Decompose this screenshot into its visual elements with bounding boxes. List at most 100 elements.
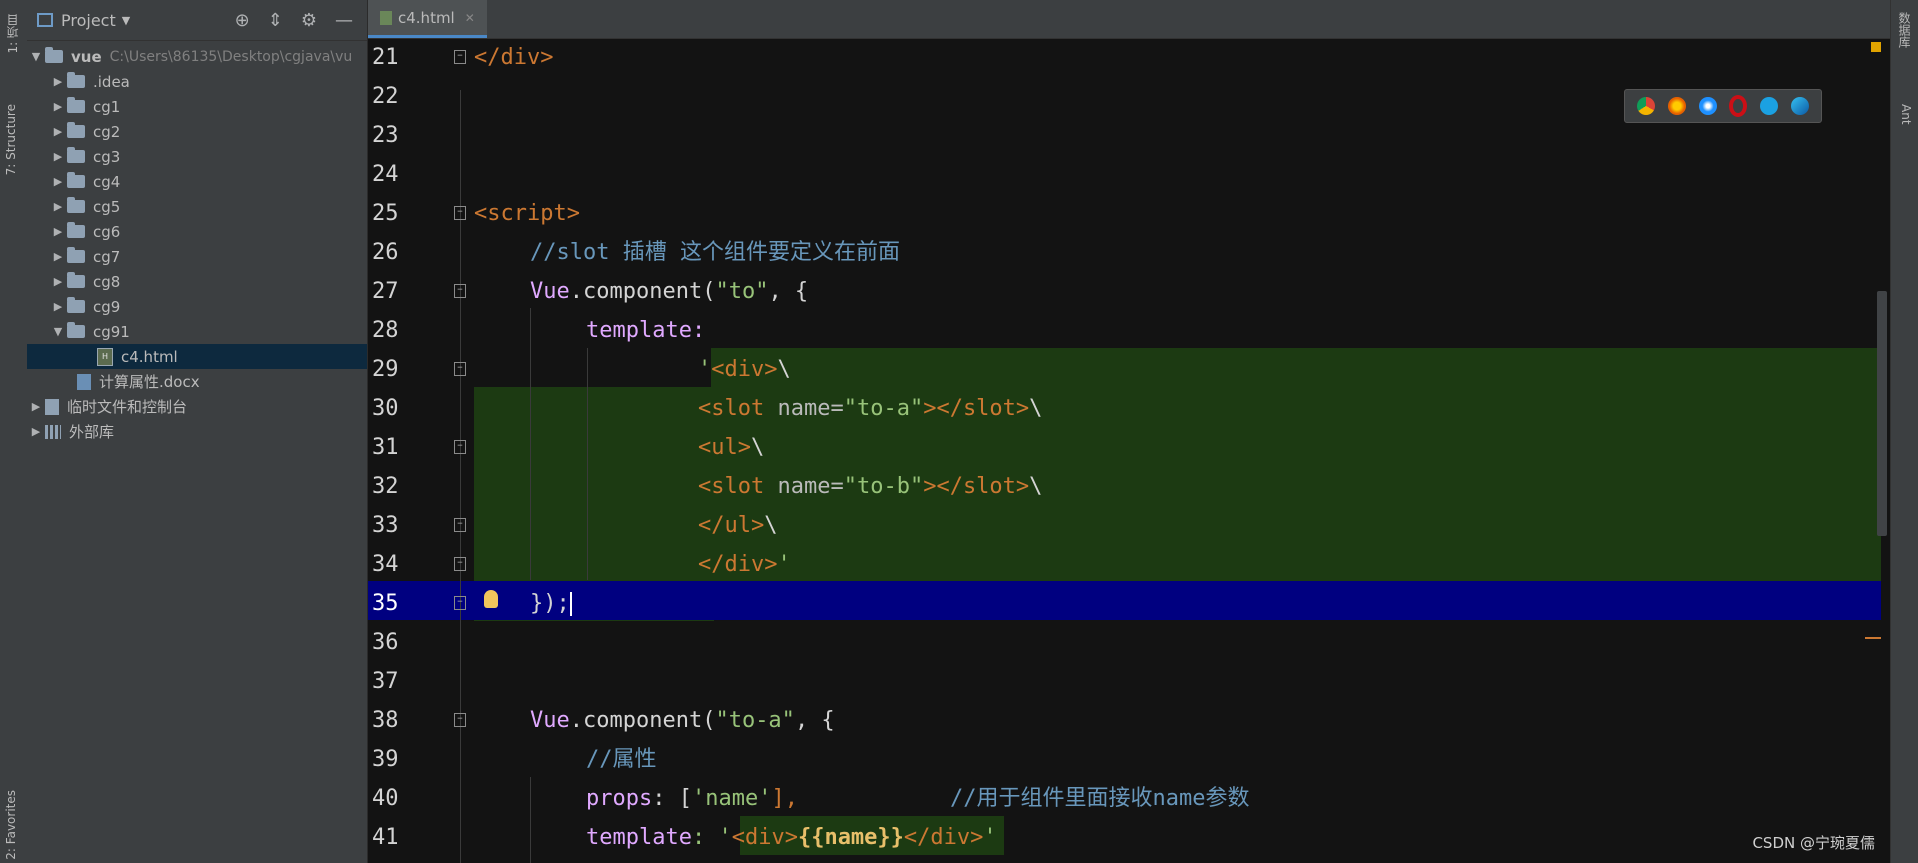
tree-item-cg3[interactable]: ▶ cg3: [27, 144, 367, 169]
collapsed-arrow-icon[interactable]: ▶: [49, 175, 67, 188]
collapsed-arrow-icon[interactable]: ▶: [49, 275, 67, 288]
fold-marker-icon[interactable]: −: [454, 440, 466, 454]
fold-marker-icon[interactable]: −: [454, 50, 466, 64]
code-comment: //slot 插槽 这个组件要定义在前面: [530, 240, 900, 265]
tab-database[interactable]: 数据库: [1896, 12, 1913, 48]
target-icon[interactable]: ⊕: [235, 10, 250, 31]
chevron-down-icon[interactable]: ▼: [122, 14, 130, 27]
code-line: 28 template:: [368, 311, 1891, 350]
tree-item-label: cg2: [93, 122, 121, 141]
tree-item-idea[interactable]: ▶ .idea: [27, 69, 367, 94]
code-string: "to": [715, 279, 769, 304]
code-tag: </div>: [903, 825, 984, 850]
minimize-icon[interactable]: —: [335, 10, 353, 31]
fold-marker-icon[interactable]: −: [454, 284, 466, 298]
collapsed-arrow-icon[interactable]: ▶: [49, 125, 67, 138]
error-stripe-marker[interactable]: [1865, 637, 1881, 639]
tree-item-docx[interactable]: 计算属性.docx: [27, 369, 367, 394]
gear-icon[interactable]: ⚙: [301, 10, 317, 31]
watermark: CSDN @宁琬夏儒: [1752, 834, 1875, 852]
fold-marker-icon[interactable]: −: [454, 557, 466, 571]
collapsed-arrow-icon[interactable]: ▶: [27, 425, 45, 438]
chrome-icon[interactable]: [1637, 97, 1656, 115]
folder-icon: [67, 147, 85, 163]
close-icon[interactable]: ✕: [465, 11, 475, 25]
code-line: 40 props: ['name'], //用于组件里面接收name参数: [368, 779, 1891, 818]
collapsed-arrow-icon[interactable]: ▶: [49, 75, 67, 88]
collapse-icon[interactable]: ⇕: [268, 10, 283, 31]
tree-item-external-libraries[interactable]: ▶ 外部库: [27, 419, 367, 444]
expanded-arrow-icon[interactable]: ▼: [49, 325, 67, 338]
folder-icon: [67, 122, 85, 138]
code-line: 24: [368, 155, 1891, 194]
code-tag: <div>: [711, 357, 778, 382]
line-number: 22: [372, 84, 399, 109]
tree-item-label: cg3: [93, 147, 121, 166]
collapsed-arrow-icon[interactable]: ▶: [49, 300, 67, 313]
tree-item-cg8[interactable]: ▶ cg8: [27, 269, 367, 294]
collapsed-arrow-icon[interactable]: ▶: [49, 200, 67, 213]
tree-item-cg1[interactable]: ▶ cg1: [27, 94, 367, 119]
vertical-scrollbar[interactable]: [1877, 291, 1887, 536]
tab-project[interactable]: 1: 项目: [4, 14, 21, 54]
browser-preview-toolbar: [1624, 89, 1822, 123]
warning-marker-icon[interactable]: [1871, 42, 1881, 52]
tree-item-cg4[interactable]: ▶ cg4: [27, 169, 367, 194]
tree-item-cg91[interactable]: ▼ cg91: [27, 319, 367, 344]
line-number: 39: [372, 747, 399, 772]
code-token: ],: [771, 786, 798, 811]
docx-file-icon: [77, 373, 91, 390]
tab-c4-html[interactable]: c4.html ✕: [368, 0, 487, 38]
code-string: "to-a": [843, 396, 924, 421]
tree-item-c4-html[interactable]: Hc4.html: [27, 344, 367, 369]
tree-item-cg9[interactable]: ▶ cg9: [27, 294, 367, 319]
collapsed-arrow-icon[interactable]: ▶: [27, 400, 45, 413]
opera-icon[interactable]: [1729, 95, 1748, 117]
folder-icon: [67, 197, 85, 213]
expanded-arrow-icon[interactable]: ▼: [27, 50, 45, 63]
fold-marker-icon[interactable]: −: [454, 362, 466, 376]
code-string: ': [983, 825, 997, 850]
tree-item-scratches[interactable]: ▶ 临时文件和控制台: [27, 394, 367, 419]
firefox-icon[interactable]: [1667, 97, 1686, 115]
collapsed-arrow-icon[interactable]: ▶: [49, 250, 67, 263]
tab-structure[interactable]: 7: Structure: [4, 104, 18, 175]
code-comment: //属性: [586, 747, 657, 772]
line-number: 34: [372, 552, 399, 577]
tree-item-cg7[interactable]: ▶ cg7: [27, 244, 367, 269]
collapsed-arrow-icon[interactable]: ▶: [49, 150, 67, 163]
tree-item-cg5[interactable]: ▶ cg5: [27, 194, 367, 219]
fold-marker-icon[interactable]: −: [454, 596, 466, 610]
folder-icon: [67, 222, 85, 238]
fold-marker-icon[interactable]: −: [454, 713, 466, 727]
tree-item-label: 外部库: [69, 423, 115, 441]
code-line: 31 − <ul>\: [368, 428, 1891, 467]
safari-icon[interactable]: [1698, 97, 1717, 115]
code-tag: </div>: [698, 552, 778, 577]
code-line: 29 − '<div>\: [368, 350, 1891, 389]
tree-item-cg6[interactable]: ▶ cg6: [27, 219, 367, 244]
project-icon: [37, 13, 53, 27]
line-number: 28: [372, 318, 399, 343]
tree-item-label: cg91: [93, 322, 130, 341]
project-title[interactable]: Project: [61, 11, 116, 30]
ie-icon[interactable]: [1759, 97, 1778, 115]
tab-favorites[interactable]: 2: Favorites: [4, 790, 18, 860]
folder-icon: [45, 47, 63, 63]
code-token: Vue: [530, 279, 570, 304]
tab-ant[interactable]: Ant: [1899, 104, 1913, 125]
edge-icon[interactable]: [1790, 97, 1809, 115]
line-number: 35: [372, 591, 399, 616]
collapsed-arrow-icon[interactable]: ▶: [49, 100, 67, 113]
code-tag: </ul>: [698, 513, 765, 538]
folder-icon: [67, 72, 85, 88]
collapsed-arrow-icon[interactable]: ▶: [49, 225, 67, 238]
fold-marker-icon[interactable]: −: [454, 206, 466, 220]
line-number: 30: [372, 396, 399, 421]
tree-item-cg2[interactable]: ▶ cg2: [27, 119, 367, 144]
code-tag: <ul>: [698, 435, 751, 460]
lightbulb-icon[interactable]: [484, 590, 498, 608]
code-line: 39 //属性: [368, 740, 1891, 779]
tree-root[interactable]: ▼ vue C:\Users\86135\Desktop\cgjava\vu: [27, 44, 367, 69]
fold-marker-icon[interactable]: −: [454, 518, 466, 532]
